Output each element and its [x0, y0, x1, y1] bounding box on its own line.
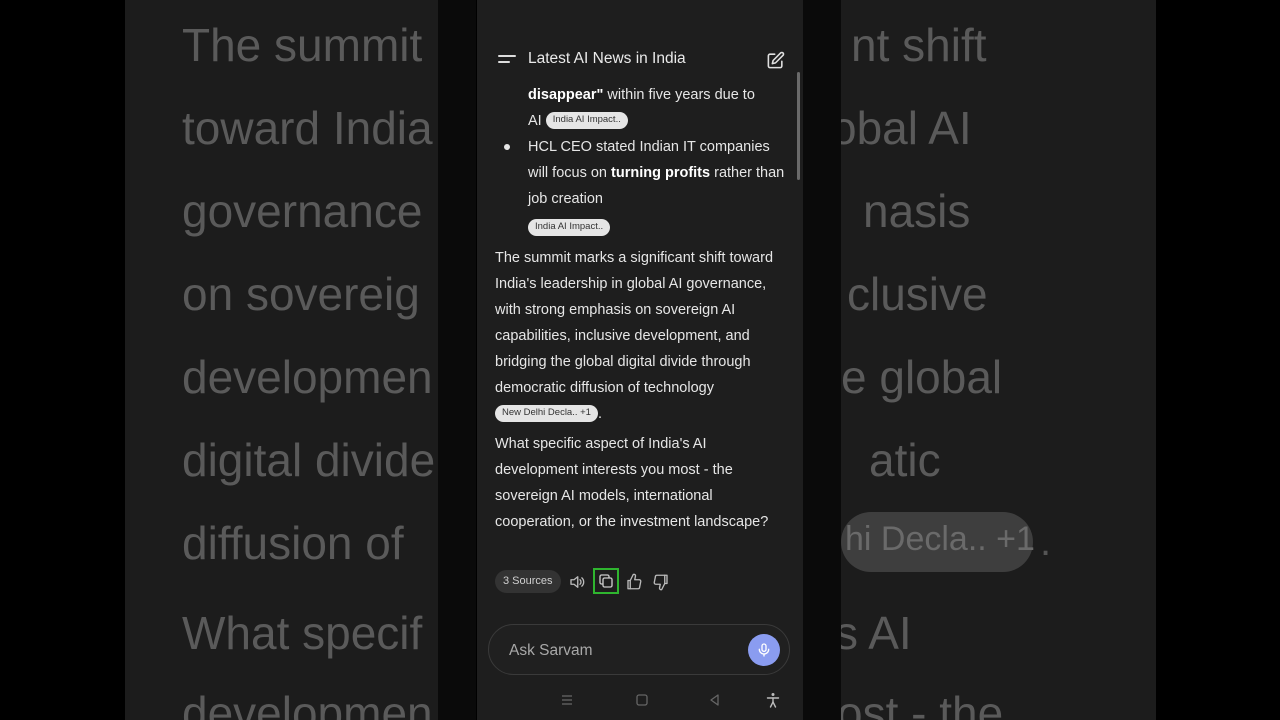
- thumbs-up-icon[interactable]: [625, 573, 643, 591]
- citation-chip[interactable]: India AI Impact..: [545, 111, 628, 129]
- bold-text: turning profits: [611, 165, 711, 181]
- copy-icon[interactable]: [597, 572, 615, 590]
- bg-text-line: atic: [869, 434, 941, 486]
- phone-side-shadow: [438, 0, 476, 720]
- citation-chip[interactable]: India AI Impact..: [528, 218, 611, 236]
- list-item: HCL CEO stated Indian IT companies will …: [495, 134, 785, 241]
- bg-text-line: e global: [841, 351, 1003, 403]
- response-paragraph: The summit marks a significant shift tow…: [495, 245, 785, 427]
- speaker-icon[interactable]: [568, 573, 586, 591]
- list-item: disappear" within five years due to AI I…: [495, 82, 785, 134]
- response-text: The summit marks a significant shift tow…: [495, 250, 774, 396]
- recent-apps-icon[interactable]: [559, 692, 575, 708]
- bg-text-line: toward India: [182, 102, 433, 154]
- bg-text-line: s AI: [841, 607, 912, 659]
- microphone-icon: [758, 643, 770, 657]
- background-right-panel: nt shift obal AI nasis clusive e global …: [841, 0, 1156, 720]
- bg-text-line: clusive: [847, 268, 988, 320]
- chat-title: Latest AI News in India: [528, 50, 686, 67]
- ask-input[interactable]: [507, 638, 731, 664]
- citation-chip[interactable]: New Delhi Decla.. +1: [495, 404, 598, 422]
- thumbs-down-icon[interactable]: [652, 573, 670, 591]
- bg-chip-text: hi Decla.. +1: [845, 520, 1035, 558]
- response-actions: 3 Sources: [495, 568, 785, 594]
- phone-screen: Latest AI News in India disappear" withi…: [477, 0, 803, 720]
- bg-text-line: obal AI: [841, 102, 972, 154]
- accessibility-icon[interactable]: [765, 692, 781, 708]
- mic-button[interactable]: [748, 634, 780, 666]
- bg-text-line: nt shift: [851, 19, 987, 71]
- bg-text-line: diffusion of: [182, 517, 404, 569]
- phone-side-shadow: [803, 0, 841, 720]
- scrollbar[interactable]: [797, 72, 800, 180]
- bg-text-line: digital divide: [182, 434, 436, 486]
- bg-text-line: ost - the: [841, 687, 1004, 720]
- bg-text-line: developmen: [182, 351, 433, 403]
- bg-text-line: developmen: [182, 687, 433, 720]
- ask-input-bar: [488, 624, 790, 675]
- bg-text-line: governance: [182, 185, 423, 237]
- response-text: AI: [528, 113, 542, 129]
- background-left-panel: The summit toward India governance on so…: [125, 0, 438, 720]
- response-paragraph: What specific aspect of India's AI devel…: [495, 431, 785, 535]
- bullet-icon: [504, 144, 510, 150]
- chat-response: disappear" within five years due to AI I…: [495, 82, 785, 535]
- response-text: What specific aspect of India's AI devel…: [495, 436, 769, 530]
- home-icon[interactable]: [634, 692, 650, 708]
- bg-text-line: nasis: [863, 185, 971, 237]
- menu-icon[interactable]: [498, 55, 516, 65]
- app-header: Latest AI News in India: [477, 44, 803, 76]
- android-nav-bar: [477, 688, 803, 714]
- bg-dot: .: [1040, 520, 1052, 564]
- sources-button[interactable]: 3 Sources: [495, 570, 561, 593]
- bg-text-line: on sovereig: [182, 268, 420, 320]
- bg-text-line: The summit: [182, 19, 423, 71]
- response-text: within five years due to: [603, 87, 755, 103]
- new-chat-edit-icon[interactable]: [766, 51, 785, 70]
- response-text: .: [597, 406, 603, 422]
- bg-text-line: What specif: [182, 607, 423, 659]
- back-icon[interactable]: [707, 692, 723, 708]
- bold-text: disappear": [528, 87, 604, 103]
